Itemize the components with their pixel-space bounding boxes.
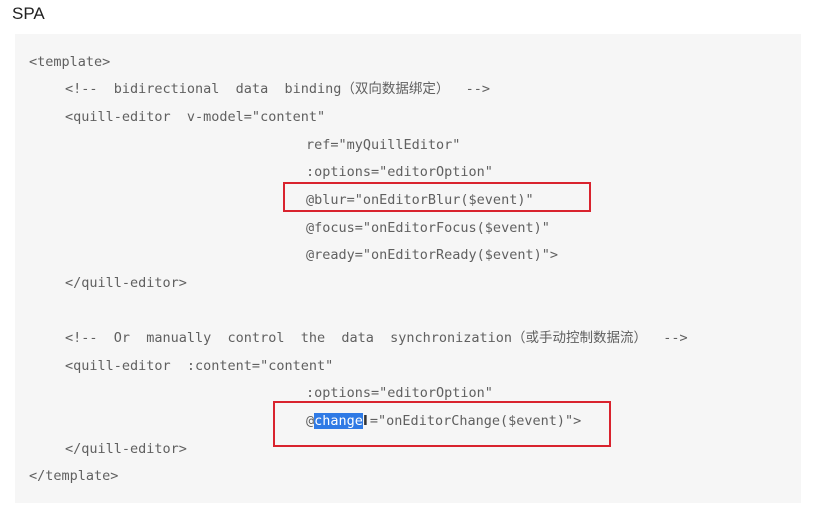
highlight-box-change: [273, 401, 611, 447]
code-line: <quill-editor v-model="content": [65, 109, 326, 125]
code-line: <quill-editor :content="content": [65, 358, 334, 374]
code-comment: <!-- Or manually control the data synchr…: [65, 330, 688, 346]
code-line: @focus="onEditorFocus($event)": [306, 220, 550, 236]
page: SPA <template> <!-- bidirectional data b…: [0, 0, 820, 505]
code-line: </template>: [29, 468, 119, 484]
code-block[interactable]: <template> <!-- bidirectional data bindi…: [15, 34, 801, 503]
code-line: ref="myQuillEditor": [306, 137, 461, 153]
code-line: :options="editorOption": [306, 164, 493, 180]
highlight-box-blur: [283, 182, 591, 212]
code-line: :options="editorOption": [306, 385, 493, 401]
code-line: </quill-editor>: [65, 441, 187, 457]
section-heading: SPA: [12, 4, 45, 23]
code-line: @ready="onEditorReady($event)">: [306, 247, 558, 263]
code-line: </quill-editor>: [65, 275, 187, 291]
code-line: <template>: [29, 54, 111, 70]
code-comment: <!-- bidirectional data binding（双向数据绑定） …: [65, 81, 490, 97]
